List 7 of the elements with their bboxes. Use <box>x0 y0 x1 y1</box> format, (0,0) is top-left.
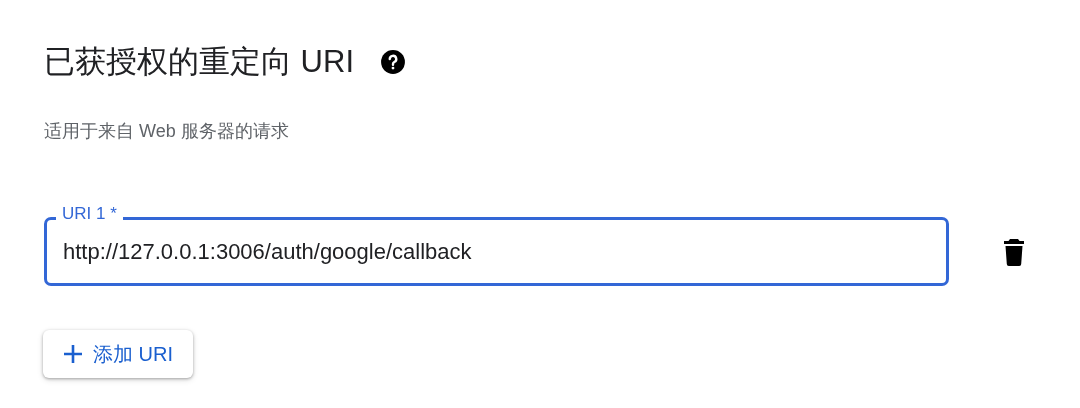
add-uri-button[interactable]: 添加 URI <box>43 330 193 378</box>
delete-icon[interactable] <box>1003 237 1025 266</box>
field-value: http://127.0.0.1:3006/auth/google/callback <box>63 238 472 266</box>
description-text: 适用于来自 Web 服务器的请求 <box>44 120 290 143</box>
help-icon[interactable] <box>380 49 406 75</box>
plus-icon <box>63 344 83 364</box>
section-heading: 已获授权的重定向 URI <box>44 42 354 81</box>
